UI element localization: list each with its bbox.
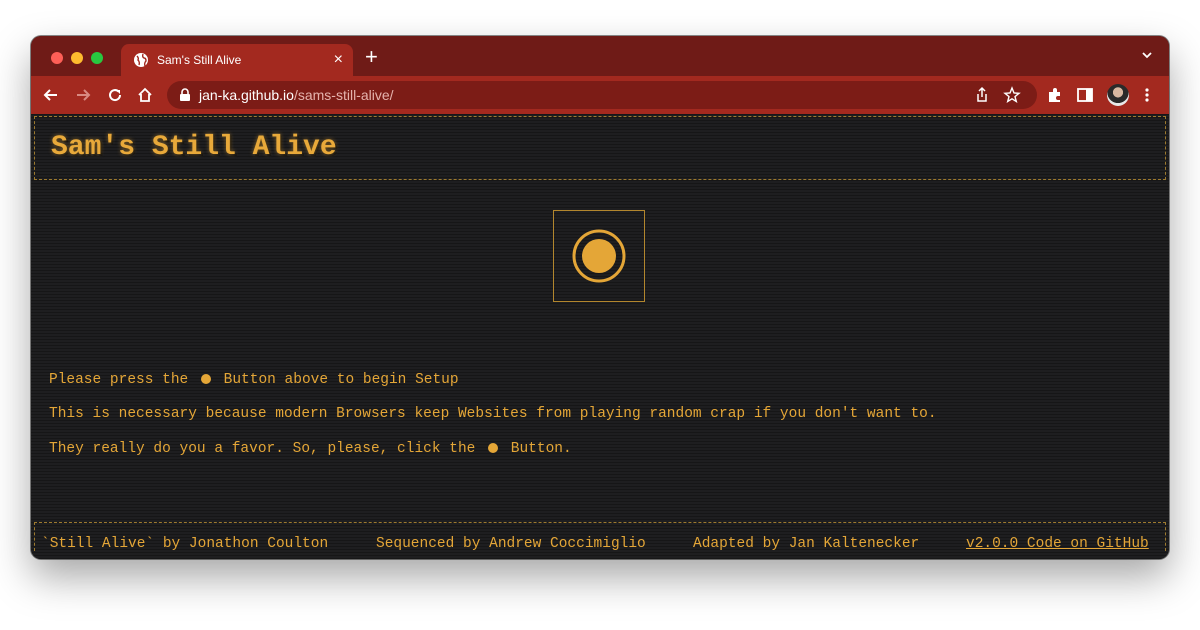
credit-sequence: Sequenced by Andrew Coccimiglio — [376, 536, 646, 552]
record-icon — [572, 229, 626, 283]
page-viewport: Sam's Still Alive Please press the Butto… — [31, 114, 1169, 559]
new-tab-button[interactable]: + — [365, 46, 378, 68]
home-icon[interactable] — [135, 85, 155, 105]
page-title: Sam's Still Alive — [51, 132, 337, 163]
url-text[interactable]: jan-ka.github.io/sams-still-alive/ — [199, 87, 394, 103]
share-icon[interactable] — [973, 86, 991, 104]
credit-song: `Still Alive` by Jonathon Coulton — [41, 536, 329, 552]
close-window-button[interactable] — [51, 52, 63, 64]
url-path: /sams-still-alive/ — [293, 87, 394, 103]
record-dot-icon — [200, 374, 211, 384]
back-icon[interactable] — [41, 85, 61, 105]
instruction-text: Button above to begin Setup — [223, 372, 459, 388]
github-link[interactable]: v2.0.0 Code on GitHub — [966, 536, 1149, 552]
extensions-puzzle-icon[interactable] — [1045, 85, 1065, 105]
url-host: jan-ka.github.io — [199, 87, 294, 103]
bookmark-star-icon[interactable] — [1003, 86, 1021, 104]
chevron-down-icon[interactable] — [1141, 49, 1153, 61]
setup-instruction-line: Please press the Button above to begin S… — [49, 372, 459, 388]
globe-icon — [134, 53, 148, 67]
instruction-text: Please press the — [49, 372, 189, 388]
favor-text: Button. — [510, 441, 572, 457]
minimize-window-button[interactable] — [71, 52, 83, 64]
start-setup-button[interactable] — [553, 210, 645, 302]
lock-icon[interactable] — [179, 88, 191, 102]
forward-icon[interactable] — [73, 85, 93, 105]
page-header: Sam's Still Alive — [34, 116, 1166, 180]
browser-explanation-line: This is necessary because modern Browser… — [49, 406, 937, 422]
favor-text: They really do you a favor. So, please, … — [49, 441, 476, 457]
page-footer: `Still Alive` by Jonathon Coulton Sequen… — [34, 522, 1166, 552]
reload-icon[interactable] — [105, 85, 125, 105]
record-dot-icon — [488, 443, 499, 453]
tab-strip: Sam's Still Alive × + — [31, 36, 1169, 76]
browser-window: Sam's Still Alive × + jan-ka.github.io/s… — [31, 36, 1169, 559]
profile-avatar[interactable] — [1107, 84, 1129, 106]
maximize-window-button[interactable] — [91, 52, 103, 64]
side-panel-icon[interactable] — [1075, 85, 1095, 105]
browser-toolbar: jan-ka.github.io/sams-still-alive/ — [31, 76, 1169, 114]
tab-title: Sam's Still Alive — [157, 53, 242, 67]
address-bar[interactable]: jan-ka.github.io/sams-still-alive/ — [167, 81, 1037, 109]
favor-line: They really do you a favor. So, please, … — [49, 441, 572, 457]
tab-close-icon[interactable]: × — [334, 50, 343, 70]
more-menu-icon[interactable] — [1137, 85, 1157, 105]
credit-adapted: Adapted by Jan Kaltenecker — [693, 536, 920, 552]
browser-tab[interactable]: Sam's Still Alive × — [121, 44, 353, 76]
